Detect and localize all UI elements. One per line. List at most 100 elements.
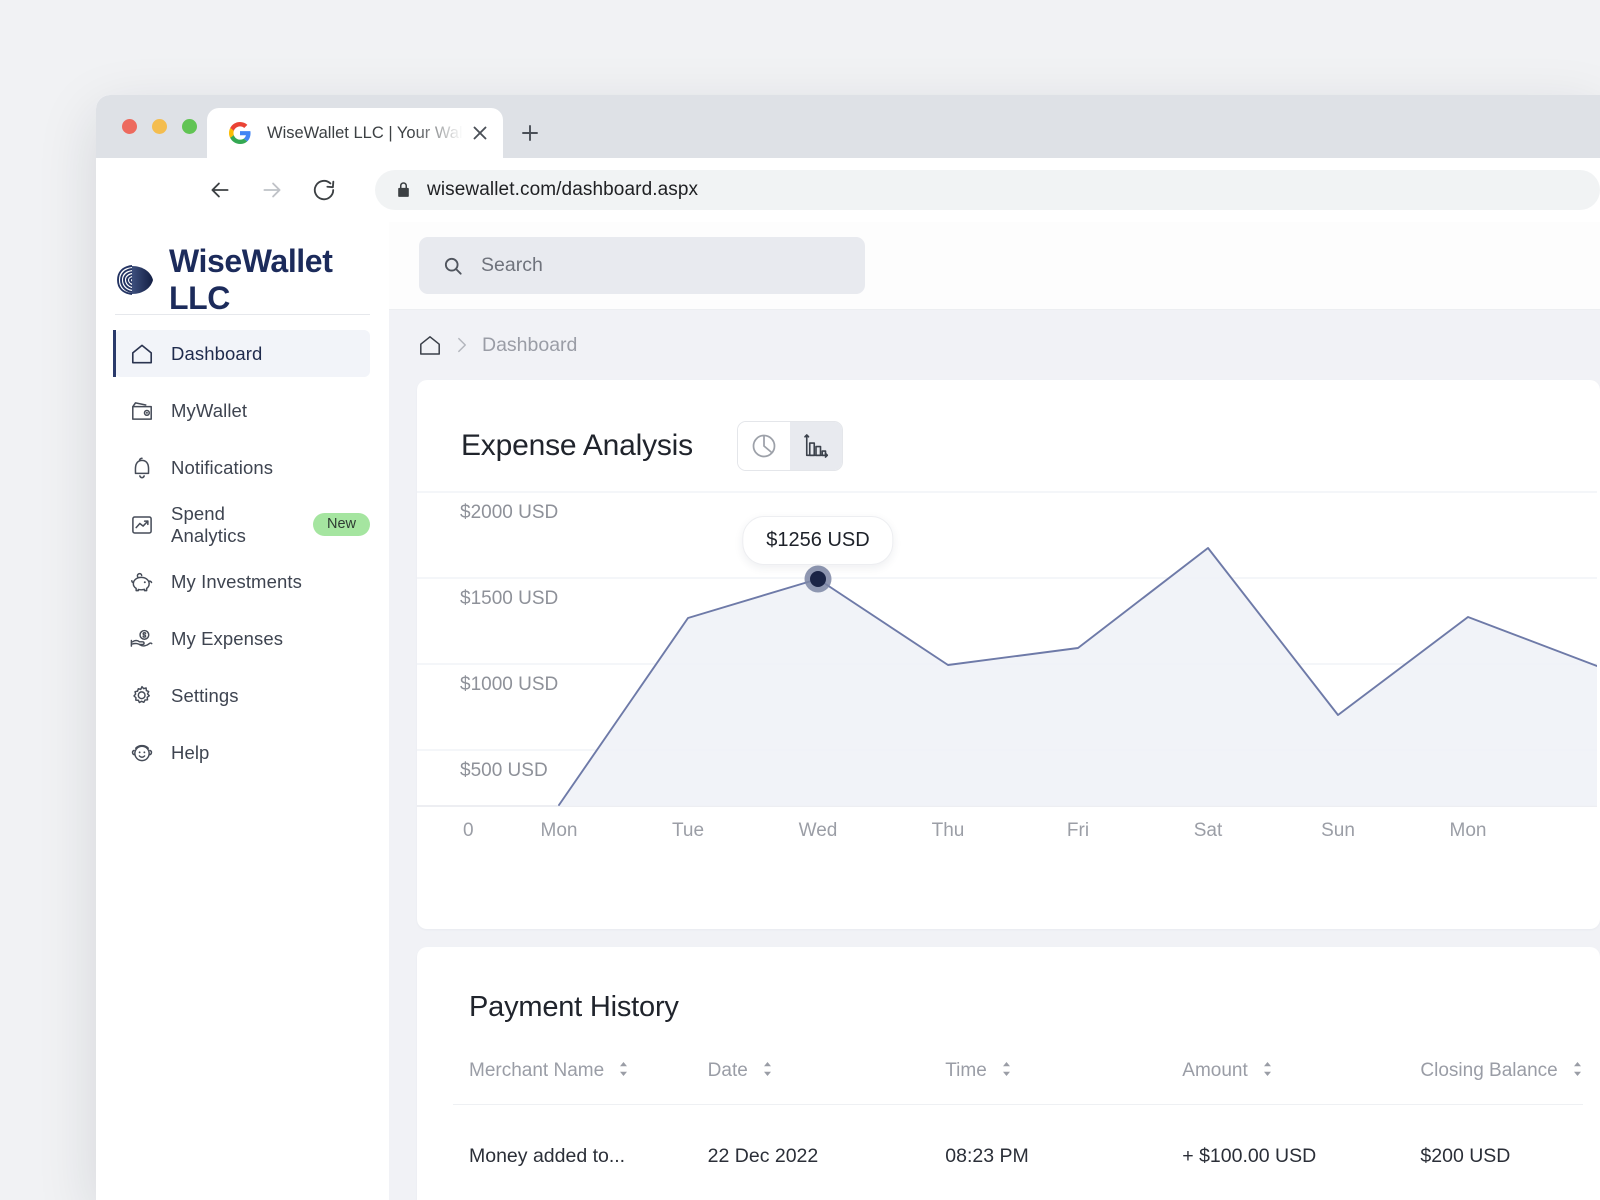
sort-arrows-icon [620,1062,628,1076]
chart-xtick-label: Wed [798,820,838,841]
column-label: Closing Balance [1420,1060,1558,1081]
table-header-row: Merchant Name Date Time Amount Closing B… [453,1060,1583,1105]
chart-xtick-label: Mon [540,820,578,841]
browser-titlebar: WiseWallet LLC | Your Wallet is [96,95,1600,158]
expense-chart[interactable]: $2000 USD $1500 USD $1000 USD $500 USD 0… [417,476,1600,929]
sidebar-item-my-investments[interactable]: My Investments [115,558,370,605]
column-header-amount[interactable]: Amount [1166,1060,1405,1105]
expense-analysis-card: Expense Analysis $2000 USD $1500 USD $10… [417,380,1600,929]
bar-chart-toggle-button[interactable] [789,422,842,470]
page-title: Expense Analysis [461,429,693,462]
forward-icon[interactable] [259,177,285,203]
cell-merchant-name: Money added to... [469,1145,626,1167]
pie-chart-icon [752,434,776,458]
chart-ytick-label: $2000 USD [460,502,559,523]
chart-xtick-label: Sat [1193,820,1223,841]
column-header-date[interactable]: Date [691,1060,930,1105]
sidebar-item-mywallet[interactable]: MyWallet [115,387,370,434]
chart-xtick-label: Tue [671,820,705,841]
main-content: Search Dashboard Expense Analysis $2000 … [389,222,1600,1200]
chart-data-point-marker [804,565,832,593]
sidebar-item-label: Help [171,741,210,763]
cell-time: 08:23 PM [945,1145,1029,1167]
google-favicon-icon [229,122,251,144]
close-tab-icon[interactable] [469,122,491,144]
search-icon [444,257,462,275]
address-bar[interactable]: wisewallet.com/dashboard.aspx [375,170,1600,210]
payment-history-card: Payment History Merchant Name Date Time … [417,947,1600,1200]
sort-arrows-icon [1264,1062,1272,1076]
chart-ytick-label: $1000 USD [460,674,559,695]
expense-chart-svg [417,491,1597,807]
brand-logo[interactable]: WiseWallet LLC [96,222,389,316]
chart-ytick-label: $500 USD [460,760,548,781]
column-header-time[interactable]: Time [929,1060,1167,1105]
sort-arrows-icon [1003,1062,1011,1076]
wisewallet-shell-logo-icon [117,265,153,295]
sidebar-item-label: Spend Analytics [171,502,246,546]
close-window-button[interactable] [122,119,137,134]
chart-xtick-label: Mon [1449,820,1487,841]
topbar: Search [389,222,1600,310]
column-header-merchant-name[interactable]: Merchant Name [453,1060,692,1105]
chart-xaxis-origin-label: 0 [463,820,474,841]
chart-area-fill [559,548,1597,806]
column-label: Amount [1182,1060,1248,1081]
sidebar-item-label: My Expenses [171,627,284,649]
url-text: wisewallet.com/dashboard.aspx [427,179,699,200]
browser-toolbar: wisewallet.com/dashboard.aspx [96,158,1600,222]
sidebar-item-badge-new: New [312,512,370,537]
hand-coin-icon [130,629,153,647]
brand-name: WiseWallet LLC [169,243,333,316]
table-body: Money added to... 22 Dec 2022 08:23 PM +… [453,1105,1583,1169]
sort-arrows-icon [1574,1062,1581,1076]
cell-date: 22 Dec 2022 [707,1145,819,1167]
sidebar-item-label: Settings [171,684,239,706]
search-input[interactable]: Search [419,237,865,294]
chart-square-icon [132,515,152,534]
lock-icon [398,182,409,197]
sidebar-item-label: Dashboard [171,342,263,364]
chart-ytick-label: $1500 USD [460,588,559,609]
browser-window: WiseWallet LLC | Your Wallet is wisewall… [96,95,1600,1200]
new-tab-icon[interactable] [518,121,542,145]
cell-amount: + $100.00 USD [1182,1145,1317,1167]
window-controls [122,119,197,134]
sidebar-item-my-expenses[interactable]: My Expenses [115,615,370,662]
app-body: WiseWallet LLC Dashboard MyWallet Notifi… [96,222,1600,1200]
maximize-window-button[interactable] [182,119,197,134]
expense-analysis-header: Expense Analysis [417,380,1600,476]
home-icon[interactable] [417,334,443,356]
pie-chart-toggle-button[interactable] [737,422,790,470]
bell-icon [134,456,150,478]
browser-tab[interactable]: WiseWallet LLC | Your Wallet is [207,108,503,158]
table-row[interactable]: Money added to... 22 Dec 2022 08:23 PM +… [453,1105,1583,1169]
sidebar-item-help[interactable]: Help [115,729,370,776]
payment-history-title: Payment History [469,991,679,1023]
reload-icon[interactable] [311,177,337,203]
column-label: Time [945,1060,987,1081]
bar-chart-icon [804,434,828,458]
sidebar-item-settings[interactable]: Settings [115,672,370,719]
sidebar-item-spend-analytics[interactable]: Spend Analytics New [115,501,370,548]
sidebar-nav: Dashboard MyWallet Notifications Spend A… [96,315,389,776]
sidebar-item-label: My Investments [171,570,302,592]
back-icon[interactable] [207,177,233,203]
sidebar-item-notifications[interactable]: Notifications [115,444,370,491]
support-face-icon [131,744,153,761]
chevron-right-icon [458,337,466,353]
home-icon [131,344,153,363]
breadcrumb: Dashboard [389,310,1600,380]
column-header-closing-balance[interactable]: Closing Balance [1404,1060,1583,1105]
column-label: Merchant Name [469,1060,605,1081]
sort-arrows-icon [764,1062,772,1076]
browser-tab-title: WiseWallet LLC | Your Wallet is [267,123,463,142]
wallet-icon [132,401,152,420]
minimize-window-button[interactable] [152,119,167,134]
chart-type-toggle [736,421,843,471]
payment-history-table: Merchant Name Date Time Amount Closing B… [453,1060,1583,1168]
sidebar-item-dashboard[interactable]: Dashboard [113,330,370,377]
search-placeholder: Search [481,254,543,276]
chart-xtick-label: Fri [1066,820,1090,841]
piggy-bank-icon [131,572,153,591]
